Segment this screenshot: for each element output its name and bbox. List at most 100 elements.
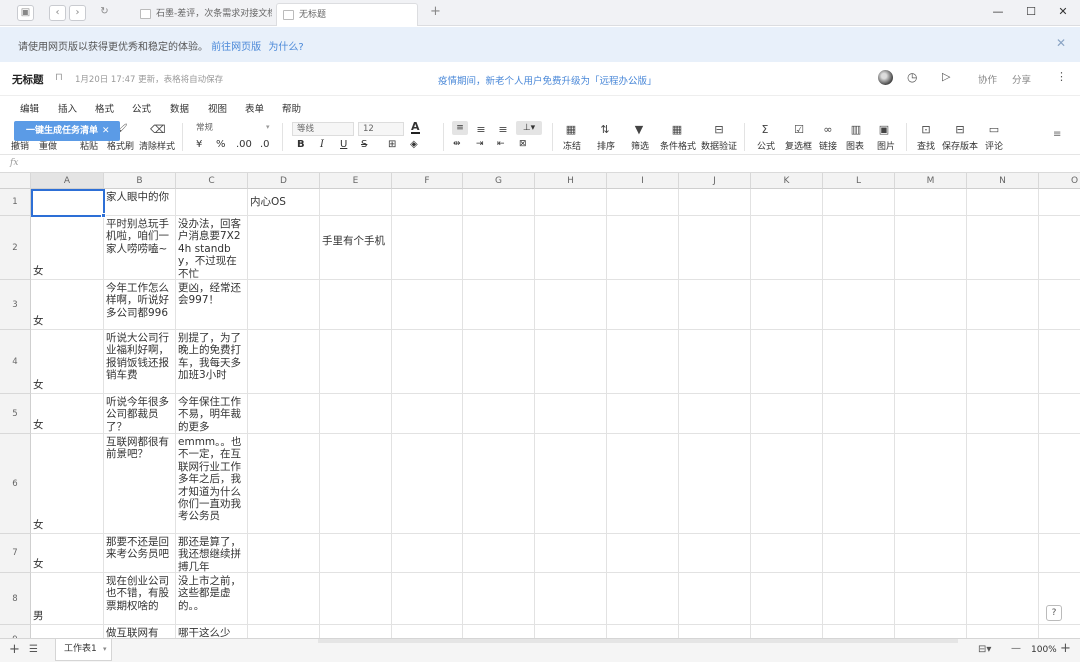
new-tab-button[interactable]: + <box>430 4 441 19</box>
cell[interactable] <box>392 573 463 625</box>
align-right-icon[interactable]: ≡ <box>496 124 510 136</box>
cell[interactable] <box>463 434 535 534</box>
cell[interactable] <box>967 434 1039 534</box>
cell[interactable] <box>1039 434 1080 534</box>
cell[interactable]: 没上市之前，这些都是虚的。。 <box>176 573 248 625</box>
collaborate-button[interactable]: 协作 <box>978 72 997 86</box>
maximize-button[interactable]: ☐ <box>1020 2 1042 22</box>
cell[interactable] <box>535 394 607 434</box>
cell[interactable] <box>320 189 392 216</box>
cell[interactable] <box>320 625 392 638</box>
cell[interactable] <box>248 573 320 625</box>
cell[interactable] <box>967 394 1039 434</box>
percent-button[interactable]: % <box>216 139 226 150</box>
column-header[interactable]: I <box>607 173 679 189</box>
cell[interactable] <box>751 330 823 394</box>
cell[interactable] <box>967 330 1039 394</box>
font-color-icon[interactable]: A <box>411 121 420 134</box>
sheet-tab[interactable]: 工作表1 ▾ <box>55 639 112 661</box>
row-header[interactable]: 4 <box>0 330 31 394</box>
cell[interactable]: 女 <box>31 534 104 573</box>
align-center-icon[interactable]: ≡ <box>474 124 488 136</box>
cell[interactable]: 女 <box>31 434 104 534</box>
link-button[interactable]: 链接 <box>819 139 837 152</box>
column-header[interactable]: A <box>31 173 104 189</box>
present-icon[interactable]: ▷ <box>942 70 950 83</box>
column-header[interactable]: F <box>392 173 463 189</box>
cell[interactable] <box>320 280 392 330</box>
back-button[interactable]: ‹ <box>49 5 66 21</box>
menu-insert[interactable]: 插入 <box>58 101 77 115</box>
cell[interactable] <box>679 534 751 573</box>
cell[interactable] <box>823 573 895 625</box>
cell[interactable] <box>248 625 320 638</box>
find-icon[interactable]: ⊡ <box>919 124 933 136</box>
cell[interactable] <box>320 534 392 573</box>
select-all-corner[interactable] <box>0 173 31 189</box>
checkbox-button[interactable]: 复选框 <box>785 139 812 152</box>
cell[interactable] <box>248 434 320 534</box>
cell[interactable]: 女 <box>31 280 104 330</box>
cell[interactable]: 男 <box>31 573 104 625</box>
cell[interactable] <box>535 534 607 573</box>
sigma-icon[interactable]: Σ <box>758 124 772 136</box>
cell[interactable] <box>823 534 895 573</box>
column-header[interactable]: E <box>320 173 392 189</box>
row-header[interactable]: 3 <box>0 280 31 330</box>
eraser-icon[interactable]: ⌫ <box>150 124 166 136</box>
currency-button[interactable]: ¥ <box>196 139 202 150</box>
row-header[interactable]: 7 <box>0 534 31 573</box>
strikethrough-button[interactable]: S <box>361 139 367 150</box>
valign-bottom-icon[interactable]: ⊥▾ <box>516 121 542 135</box>
cell[interactable] <box>823 625 895 638</box>
cell[interactable] <box>823 189 895 216</box>
cell[interactable] <box>1039 625 1080 638</box>
cell[interactable] <box>967 625 1039 638</box>
cell[interactable] <box>535 625 607 638</box>
cell[interactable] <box>320 434 392 534</box>
why-link[interactable]: 为什么? <box>268 42 303 53</box>
cell[interactable] <box>967 573 1039 625</box>
cell[interactable] <box>1039 189 1080 216</box>
column-header[interactable]: D <box>248 173 320 189</box>
cell[interactable] <box>463 330 535 394</box>
cell[interactable] <box>607 625 679 638</box>
menu-view[interactable]: 视图 <box>208 101 227 115</box>
cell[interactable] <box>463 573 535 625</box>
comment-button[interactable]: 评论 <box>985 139 1003 152</box>
cell[interactable] <box>392 534 463 573</box>
cell[interactable]: 听说大公司行业福利好啊，报销饭钱还报销车费 <box>104 330 176 394</box>
cell[interactable] <box>1039 330 1080 394</box>
horizontal-scrollbar[interactable] <box>318 639 958 643</box>
row-header[interactable]: 1 <box>0 189 31 216</box>
remove-decimal-button[interactable]: .0 <box>260 139 270 150</box>
reload-icon[interactable]: ↻ <box>96 5 113 21</box>
column-header[interactable]: K <box>751 173 823 189</box>
cell[interactable] <box>679 625 751 638</box>
cell[interactable] <box>751 216 823 280</box>
cell[interactable] <box>967 189 1039 216</box>
forward-button[interactable]: › <box>69 5 86 21</box>
save-version-button[interactable]: 保存版本 <box>942 139 978 152</box>
add-decimal-button[interactable]: .00 <box>236 139 252 150</box>
cell[interactable]: 平时别总玩手机啦，咱们一家人唠唠嗑~ <box>104 216 176 280</box>
cell[interactable] <box>751 394 823 434</box>
cell[interactable]: 那要不还是回来考公务员吧 <box>104 534 176 573</box>
clear-format-button[interactable]: 清除样式 <box>139 139 175 152</box>
column-header[interactable]: L <box>823 173 895 189</box>
save-icon[interactable]: ⊟ <box>953 124 967 136</box>
align-left-icon[interactable]: ≡ <box>452 121 468 135</box>
cell[interactable]: 今年保住工作不易，明年裁的更多 <box>176 394 248 434</box>
cell[interactable] <box>535 573 607 625</box>
column-header[interactable]: G <box>463 173 535 189</box>
cell[interactable] <box>751 625 823 638</box>
conditional-format-button[interactable]: 条件格式 <box>660 139 696 152</box>
sheet-list-icon[interactable]: ☰ <box>29 644 38 655</box>
cell[interactable] <box>679 434 751 534</box>
cell[interactable] <box>535 434 607 534</box>
cell[interactable] <box>823 394 895 434</box>
sort-button[interactable]: 排序 <box>597 139 615 152</box>
task-list-tooltip[interactable]: 一键生成任务清单 ✕ <box>14 121 120 141</box>
cell[interactable] <box>463 394 535 434</box>
validation-icon[interactable]: ⊟ <box>712 124 726 136</box>
